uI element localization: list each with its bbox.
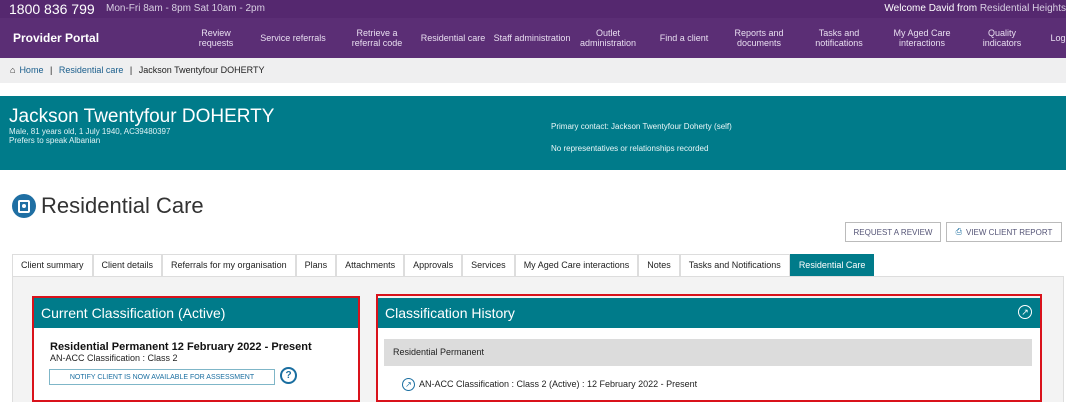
- tab-client-summary[interactable]: Client summary: [12, 254, 93, 277]
- page-title-text: Residential Care: [41, 193, 204, 218]
- opening-hours: Mon-Fri 8am - 8pm Sat 10am - 2pm: [106, 3, 265, 14]
- nav-log-out[interactable]: Log: [1046, 18, 1066, 58]
- breadcrumb-current: Jackson Twentyfour DOHERTY: [138, 65, 265, 75]
- breadcrumb-residential-care[interactable]: Residential care: [59, 65, 124, 75]
- tab-client-details[interactable]: Client details: [92, 254, 163, 277]
- welcome-prefix: Welcome David from: [884, 3, 978, 14]
- tab-plans[interactable]: Plans: [295, 254, 337, 277]
- breadcrumb: ⌂ Home | Residential care | Jackson Twent…: [0, 58, 1066, 83]
- tab-notes[interactable]: Notes: [638, 254, 680, 277]
- client-banner: Jackson Twentyfour DOHERTY Male, 81 year…: [0, 96, 1066, 170]
- nav-retrieve-referral-code[interactable]: Retrieve a referral code: [342, 18, 412, 58]
- phone-number: 1800 836 799: [9, 1, 95, 17]
- home-icon: ⌂: [10, 65, 16, 75]
- nav-quality-indicators[interactable]: Quality indicators: [972, 18, 1032, 58]
- residential-care-icon: [12, 194, 36, 218]
- tab-attachments[interactable]: Attachments: [336, 254, 405, 277]
- nav-residential-care[interactable]: Residential care: [418, 18, 488, 58]
- nav-review-requests[interactable]: Review requests: [185, 18, 247, 58]
- brand-link[interactable]: Provider Portal: [13, 18, 99, 58]
- tab-residential-care[interactable]: Residential Care: [789, 254, 875, 277]
- tab-my-aged-care-interactions[interactable]: My Aged Care interactions: [514, 254, 639, 277]
- relationships-status: No representatives or relationships reco…: [551, 144, 709, 153]
- welcome-message: Welcome David from Residential Heights: [884, 0, 1066, 18]
- client-details: Male, 81 years old, 1 July 1940, AC39480…: [9, 127, 171, 136]
- nav-reports-documents[interactable]: Reports and documents: [724, 18, 794, 58]
- tab-tasks-notifications[interactable]: Tasks and Notifications: [679, 254, 790, 277]
- nav-tasks-notifications[interactable]: Tasks and notifications: [804, 18, 874, 58]
- breadcrumb-separator: |: [129, 65, 133, 75]
- primary-contact: Primary contact: Jackson Twentyfour Dohe…: [551, 122, 732, 131]
- welcome-org: Residential Heights: [979, 3, 1066, 14]
- breadcrumb-home[interactable]: Home: [19, 65, 43, 75]
- nav-staff-administration[interactable]: Staff administration: [493, 18, 571, 58]
- nav-find-client[interactable]: Find a client: [655, 18, 713, 58]
- tab-referrals[interactable]: Referrals for my organisation: [162, 254, 296, 277]
- highlight-box-history: [376, 294, 1042, 402]
- tab-approvals[interactable]: Approvals: [404, 254, 463, 277]
- breadcrumb-separator: |: [49, 65, 53, 75]
- client-meta: Male, 81 years old, 1 July 1940, AC39480…: [9, 127, 170, 145]
- nav-service-referrals[interactable]: Service referrals: [258, 18, 328, 58]
- top-bar: 1800 836 799 Mon-Fri 8am - 8pm Sat 10am …: [0, 0, 1066, 18]
- client-language: Prefers to speak Albanian: [9, 136, 101, 145]
- main-nav: Provider Portal Review requests Service …: [0, 18, 1066, 58]
- highlight-box-current: [32, 296, 360, 402]
- tab-services[interactable]: Services: [462, 254, 515, 277]
- client-name: Jackson Twentyfour DOHERTY: [9, 106, 275, 127]
- request-review-button[interactable]: REQUEST A REVIEW: [845, 222, 941, 242]
- nav-outlet-administration[interactable]: Outlet administration: [568, 18, 648, 58]
- client-tabs: Client summary Client details Referrals …: [12, 254, 875, 277]
- view-client-report-button[interactable]: ⎙ VIEW CLIENT REPORT: [946, 222, 1062, 242]
- page-title: Residential Care: [12, 192, 204, 220]
- view-client-report-label: VIEW CLIENT REPORT: [966, 227, 1053, 237]
- nav-my-aged-care-interactions[interactable]: My Aged Care interactions: [882, 18, 962, 58]
- print-icon: ⎙: [955, 227, 962, 236]
